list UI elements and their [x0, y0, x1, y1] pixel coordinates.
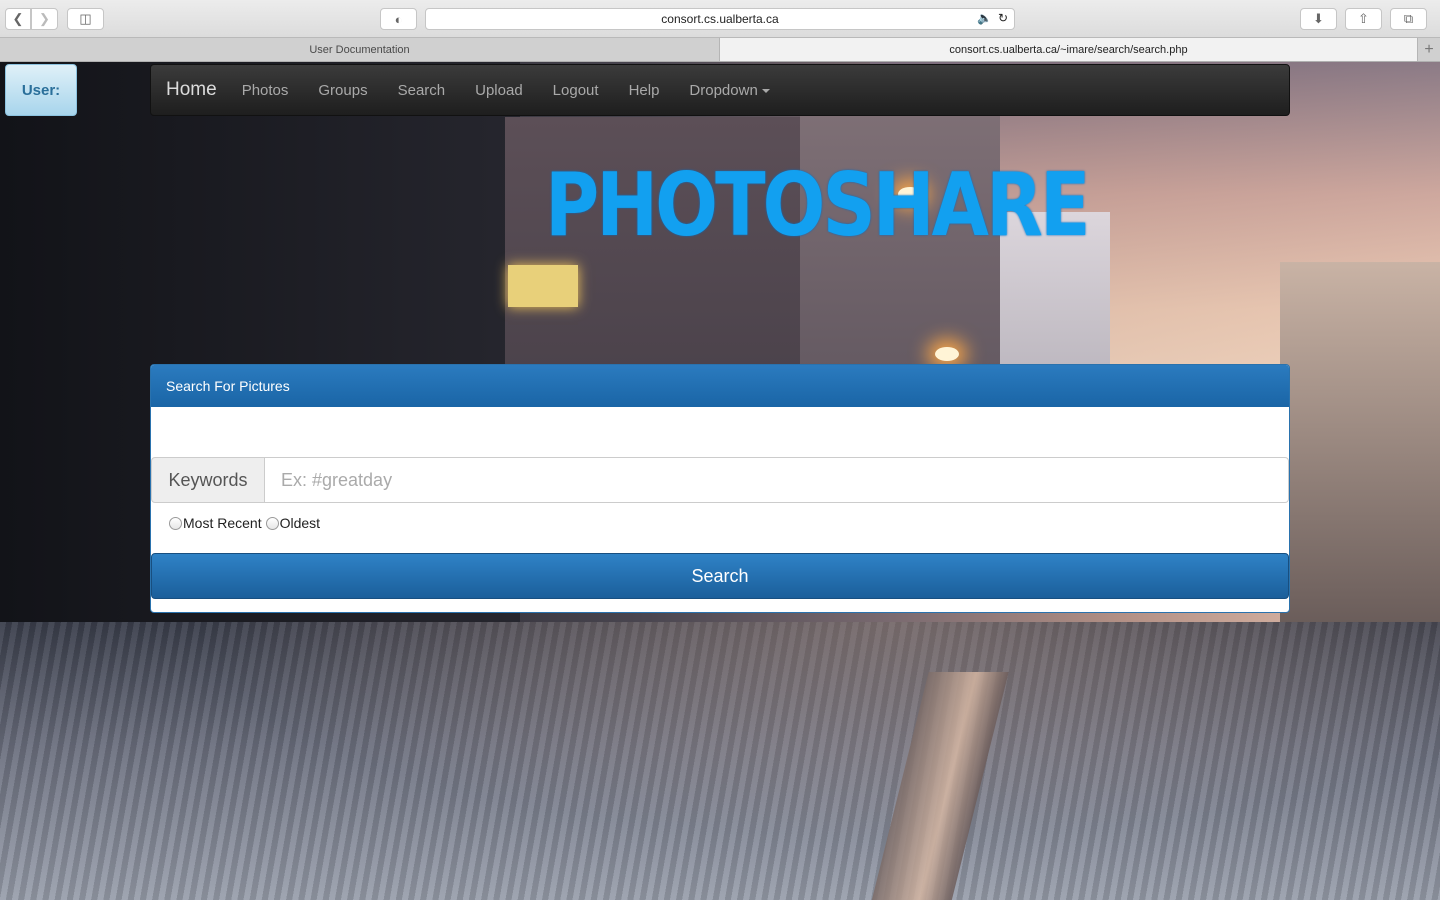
radio-most-recent[interactable]: [169, 516, 182, 530]
chevron-left-icon: ❮: [12, 11, 24, 26]
user-badge[interactable]: User:: [5, 64, 77, 116]
reload-icon[interactable]: ↻: [998, 11, 1008, 25]
search-button-label: Search: [691, 565, 749, 586]
nav-photos[interactable]: Photos: [227, 82, 304, 99]
tabs-overview-button[interactable]: ⧉: [1390, 8, 1427, 30]
plus-icon: +: [1424, 40, 1434, 58]
tab-user-documentation[interactable]: User Documentation: [0, 38, 720, 61]
nav-dropdown[interactable]: Dropdown: [674, 82, 784, 99]
speaker-icon[interactable]: 🔈: [977, 11, 992, 25]
keywords-input[interactable]: [265, 457, 1289, 503]
sort-options: Most Recent Oldest: [169, 515, 324, 531]
share-button[interactable]: ⇧: [1345, 8, 1382, 30]
download-icon: ⬇: [1313, 11, 1324, 26]
user-label: User:: [21, 81, 61, 99]
keywords-addon: Keywords: [151, 457, 265, 503]
sidebar-button[interactable]: ◫: [67, 8, 104, 30]
address-bar[interactable]: consort.cs.ualberta.ca 🔈 ↻: [425, 8, 1015, 30]
background-lamp: [935, 347, 959, 361]
background-building: [1280, 262, 1440, 682]
address-text: consort.cs.ualberta.ca: [661, 12, 779, 26]
page-content: User: Home Photos Groups Search Upload L…: [0, 62, 1440, 900]
tab-search-page[interactable]: consort.cs.ualberta.ca/~imare/search/sea…: [720, 38, 1417, 61]
nav-upload[interactable]: Upload: [460, 82, 538, 99]
tab-bar: User Documentation consort.cs.ualberta.c…: [0, 38, 1440, 62]
background-street: [0, 622, 1440, 900]
navbar: Home Photos Groups Search Upload Logout …: [150, 64, 1290, 116]
tab-label: consort.cs.ualberta.ca/~imare/search/sea…: [949, 43, 1188, 56]
share-icon: ⇧: [1358, 11, 1369, 26]
new-tab-button[interactable]: +: [1417, 38, 1440, 61]
nav-groups[interactable]: Groups: [303, 82, 382, 99]
keywords-input-group: Keywords: [151, 457, 1289, 503]
panel-heading: Search For Pictures: [151, 365, 1289, 407]
tab-label: User Documentation: [309, 43, 410, 56]
nav-logout[interactable]: Logout: [538, 82, 614, 99]
nav-help[interactable]: Help: [614, 82, 675, 99]
radio-oldest[interactable]: [265, 516, 279, 530]
search-panel: Search For Pictures Keywords Most Recent…: [150, 364, 1290, 613]
chevron-right-icon: ❯: [39, 11, 50, 26]
nav-home[interactable]: Home: [166, 79, 217, 101]
sidebar-icon: ◫: [79, 11, 92, 26]
tabs-icon: ⧉: [1403, 11, 1414, 26]
browser-toolbar: ❮ ❯ ◫ ◐ consort.cs.ualberta.ca 🔈 ↻ ⬇ ⇧ ⧉: [0, 0, 1440, 38]
caret-down-icon: [761, 88, 770, 93]
downloads-button[interactable]: ⬇: [1300, 8, 1337, 30]
radio-label-most-recent: Most Recent: [183, 515, 262, 531]
search-button[interactable]: Search: [151, 553, 1289, 599]
privacy-button[interactable]: ◐: [380, 8, 417, 30]
panel-title: Search For Pictures: [166, 378, 290, 394]
nav-search[interactable]: Search: [383, 82, 461, 99]
site-logo: PHOTOSHARE: [545, 154, 1091, 257]
nav-dropdown-label: Dropdown: [689, 81, 758, 99]
keywords-label: Keywords: [168, 469, 248, 490]
radio-label-oldest: Oldest: [279, 515, 321, 531]
back-button[interactable]: ❮: [5, 8, 31, 30]
shield-icon: ◐: [394, 11, 403, 27]
forward-button[interactable]: ❯: [31, 8, 58, 30]
